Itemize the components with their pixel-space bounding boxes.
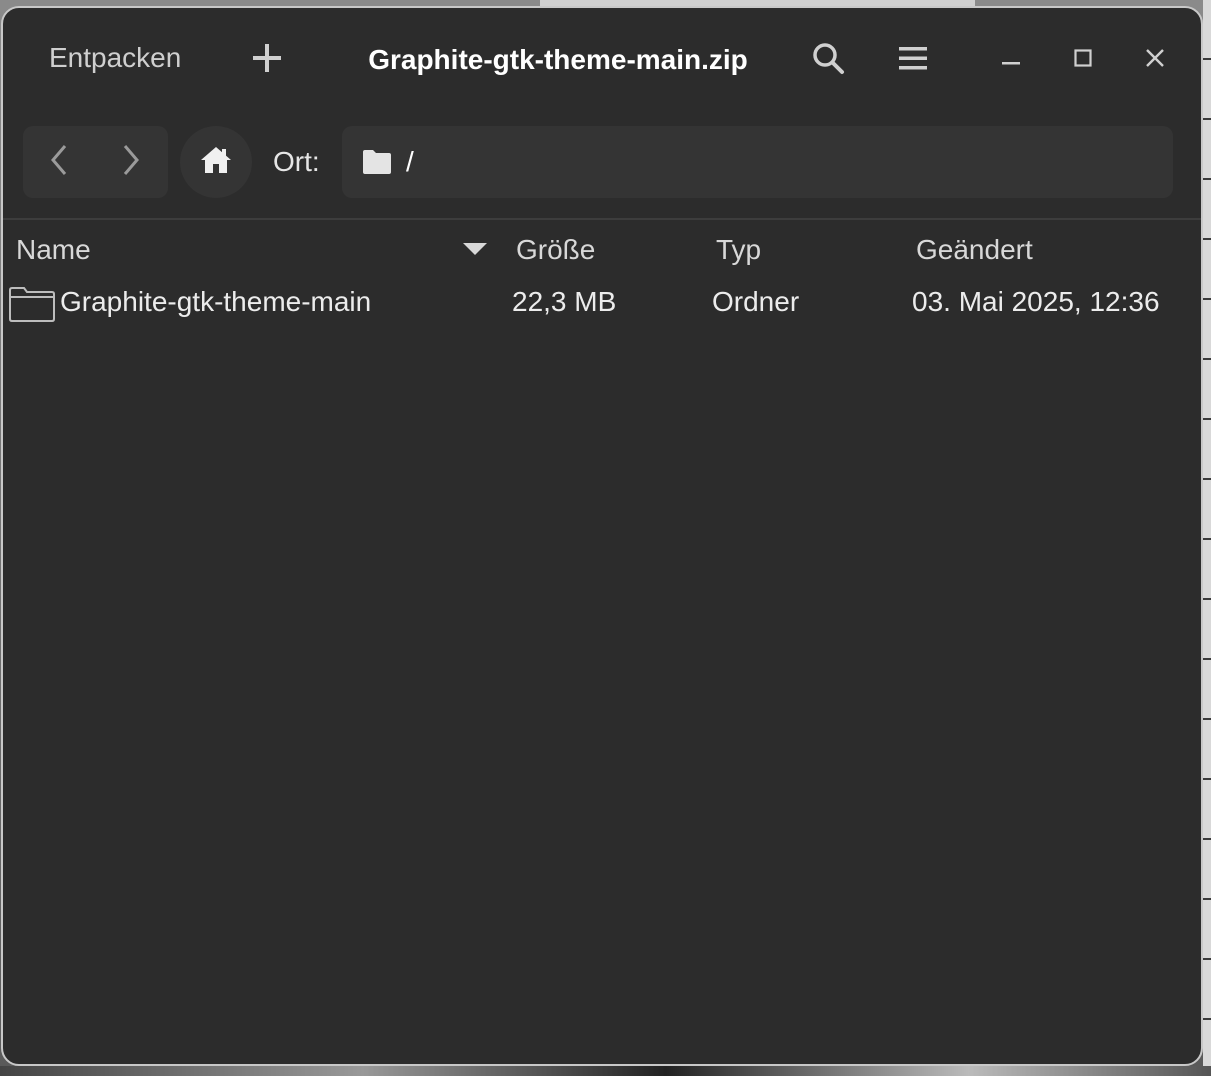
home-icon: [200, 145, 232, 180]
column-header-type[interactable]: Typ: [716, 226, 761, 274]
file-modified: 03. Mai 2025, 12:36: [912, 286, 1160, 317]
location-path-field[interactable]: /: [342, 126, 1173, 198]
search-icon: [811, 41, 845, 80]
minimize-icon: [1001, 48, 1021, 73]
back-button[interactable]: [23, 126, 95, 198]
desktop-wallpaper-edge: [0, 1066, 1211, 1076]
file-type: Ordner: [712, 286, 800, 317]
folder-icon: [8, 286, 56, 322]
column-header-name[interactable]: Name: [16, 226, 91, 274]
column-header-label: Größe: [516, 234, 596, 265]
location-label: Ort:: [273, 146, 320, 177]
window-title: Graphite-gtk-theme-main.zip: [368, 44, 748, 75]
column-header-modified[interactable]: Geändert: [916, 226, 1033, 274]
folder-icon: [362, 149, 392, 175]
navigation-button-group: [23, 126, 168, 198]
column-header-label: Geändert: [916, 234, 1033, 265]
forward-button[interactable]: [95, 126, 167, 198]
file-list-row[interactable]: Graphite-gtk-theme-main 22,3 MB Ordner 0…: [3, 278, 1201, 326]
maximize-button[interactable]: [1059, 36, 1107, 84]
column-header-label: Name: [16, 234, 91, 265]
chevron-right-icon: [121, 144, 141, 181]
extract-button-label: Entpacken: [49, 42, 182, 73]
maximize-icon: [1073, 48, 1093, 73]
search-button[interactable]: [804, 36, 852, 84]
plus-icon: [251, 42, 283, 79]
add-files-button[interactable]: [243, 38, 291, 82]
extract-button[interactable]: Entpacken: [31, 36, 199, 80]
close-button[interactable]: [1131, 36, 1179, 84]
file-name: Graphite-gtk-theme-main: [60, 286, 372, 317]
header-bar: Entpacken Graphite-gtk-theme-main.zip: [3, 8, 1201, 108]
column-header-size[interactable]: Größe: [516, 226, 595, 274]
close-icon: [1145, 48, 1165, 73]
location-path: /: [406, 146, 414, 177]
desktop-window-edge: [1203, 0, 1211, 1076]
archive-manager-window: Entpacken Graphite-gtk-theme-main.zip Or…: [1, 6, 1203, 1066]
column-header-label: Typ: [716, 234, 762, 265]
hamburger-menu-icon: [897, 44, 929, 77]
divider: [3, 218, 1201, 220]
file-size: 22,3 MB: [512, 286, 617, 317]
home-button[interactable]: [180, 126, 252, 198]
chevron-left-icon: [49, 144, 69, 181]
sort-descending-icon[interactable]: [461, 240, 489, 258]
main-menu-button[interactable]: [889, 36, 937, 84]
minimize-button[interactable]: [987, 36, 1035, 84]
